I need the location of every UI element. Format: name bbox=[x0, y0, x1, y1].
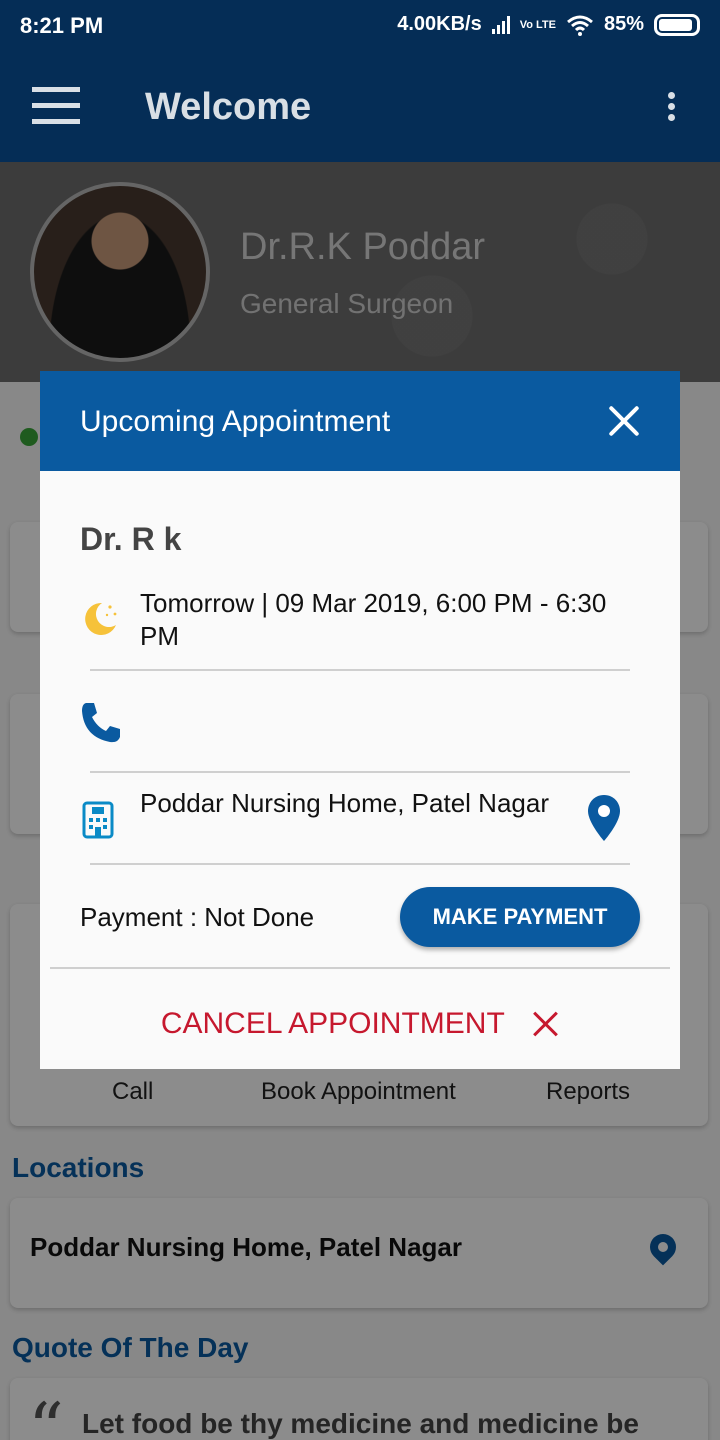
network-speed: 4.00KB/s bbox=[397, 13, 482, 35]
status-bar: 8:21 PM 4.00KB/s Vo LTE 85% bbox=[0, 0, 720, 52]
cancel-x-icon bbox=[533, 1011, 559, 1037]
hamburger-menu-icon[interactable] bbox=[32, 87, 80, 127]
battery-icon bbox=[654, 13, 700, 36]
divider bbox=[90, 863, 630, 865]
make-payment-button[interactable]: MAKE PAYMENT bbox=[400, 887, 640, 947]
network-type: Vo LTE bbox=[519, 18, 556, 31]
appointment-doctor-name: Dr. R k bbox=[80, 521, 182, 557]
signal-icon bbox=[491, 15, 510, 34]
status-time: 8:21 PM bbox=[20, 13, 104, 38]
status-icons: 4.00KB/s Vo LTE 85% bbox=[397, 13, 700, 36]
divider bbox=[90, 669, 630, 671]
wifi-icon bbox=[567, 15, 593, 36]
phone-icon[interactable] bbox=[80, 701, 120, 743]
map-pin-icon[interactable] bbox=[586, 793, 622, 843]
appointment-clinic: Poddar Nursing Home, Patel Nagar bbox=[140, 788, 549, 818]
app-bar: Welcome bbox=[0, 52, 720, 162]
divider bbox=[90, 771, 630, 773]
page-title: Welcome bbox=[145, 86, 312, 128]
payment-status: Payment : Not Done bbox=[80, 902, 315, 932]
moon-icon bbox=[85, 602, 117, 635]
hospital-icon bbox=[82, 801, 114, 839]
more-options-icon[interactable] bbox=[668, 92, 678, 125]
cancel-appointment-button[interactable]: CANCEL APPOINTMENT bbox=[40, 991, 680, 1061]
dialog-header: Upcoming Appointment bbox=[40, 371, 680, 471]
battery-percent: 85% bbox=[603, 13, 644, 35]
divider bbox=[50, 967, 670, 969]
upcoming-appointment-dialog: Upcoming Appointment Dr. R k Tomorrow | … bbox=[40, 371, 680, 1069]
dialog-title: Upcoming Appointment bbox=[80, 405, 391, 438]
cancel-appointment-label: CANCEL APPOINTMENT bbox=[160, 1007, 505, 1040]
close-icon[interactable] bbox=[606, 403, 642, 439]
appointment-datetime: Tomorrow | 09 Mar 2019, 6:00 PM - 6:30 P… bbox=[140, 588, 607, 651]
